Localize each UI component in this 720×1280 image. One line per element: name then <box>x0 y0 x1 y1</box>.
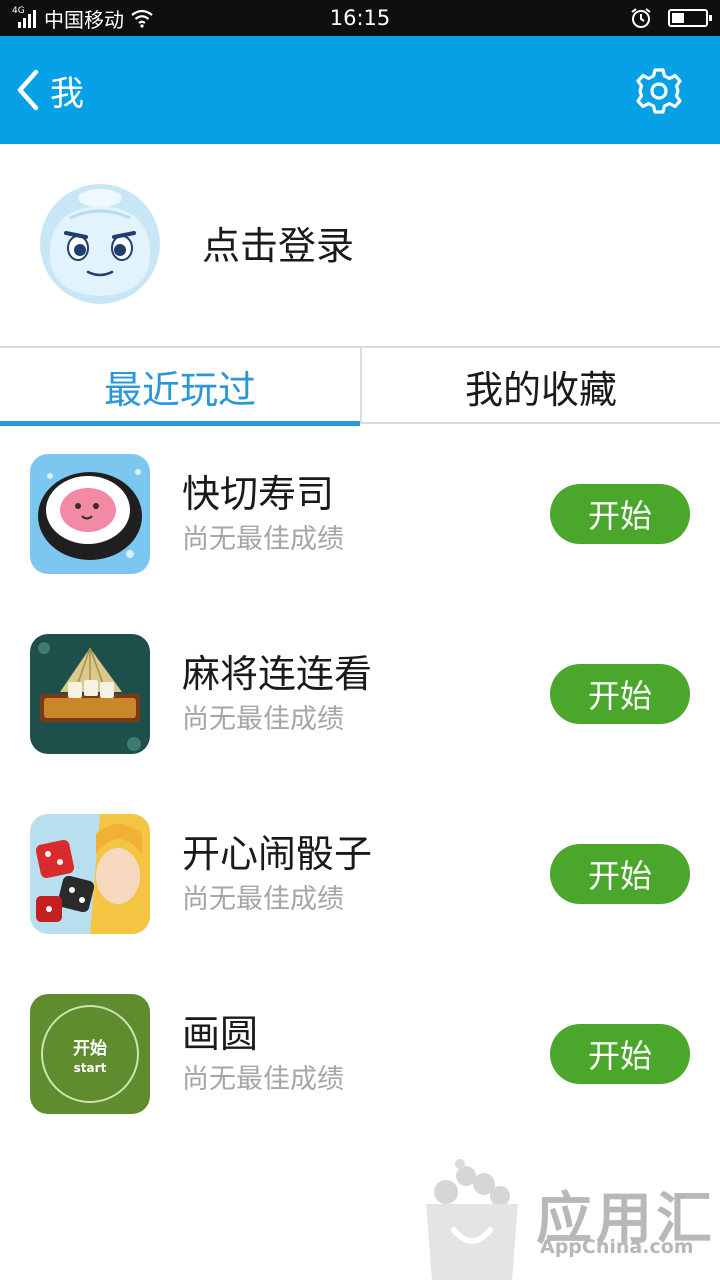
start-button[interactable]: 开始 <box>550 484 690 544</box>
game-best-score: 尚无最佳成绩 <box>182 884 344 915</box>
app-header: 我 <box>0 36 720 144</box>
tab-favorites[interactable]: 我的收藏 <box>360 348 720 424</box>
list-item[interactable]: 麻将连连看 尚无最佳成绩 开始 <box>0 604 720 784</box>
mascot-avatar-icon <box>40 184 160 304</box>
game-list: 快切寿司 尚无最佳成绩 开始 麻将连连看 尚无最佳成绩 开始 开心闹骰子 尚无最… <box>0 424 720 1144</box>
draw-circle-icon-text-en: start <box>74 1061 107 1075</box>
back-button[interactable]: 我 <box>14 62 84 118</box>
list-item[interactable]: 开心闹骰子 尚无最佳成绩 开始 <box>0 784 720 964</box>
login-label[interactable]: 点击登录 <box>202 222 354 270</box>
battery-icon <box>668 9 712 27</box>
game-best-score: 尚无最佳成绩 <box>182 704 344 735</box>
page-title: 我 <box>50 73 84 114</box>
tab-recent-label: 最近玩过 <box>103 367 256 412</box>
status-time: 16:15 <box>329 6 391 30</box>
draw-circle-icon-text-cn: 开始 <box>73 1038 107 1059</box>
appchina-watermark: 应用汇 AppChina.com <box>420 1156 720 1280</box>
status-bar: 4G 中国移动 16:15 <box>0 0 720 36</box>
avatar[interactable] <box>40 184 160 304</box>
alarm-icon <box>631 8 651 28</box>
gear-icon[interactable] <box>634 66 684 116</box>
status-right <box>630 6 712 30</box>
game-best-score: 尚无最佳成绩 <box>182 1064 344 1095</box>
game-name: 开心闹骰子 <box>182 832 373 876</box>
mahjong-game-icon <box>30 634 150 754</box>
tab-bar: 最近玩过 我的收藏 <box>0 346 720 426</box>
profile-login-area[interactable]: 点击登录 <box>0 144 720 346</box>
list-item[interactable]: 开始 start 画圆 尚无最佳成绩 开始 <box>0 964 720 1144</box>
tab-favorites-label: 我的收藏 <box>464 367 617 412</box>
dice-game-icon <box>30 814 150 934</box>
start-button[interactable]: 开始 <box>550 664 690 724</box>
start-button[interactable]: 开始 <box>550 1024 690 1084</box>
chevron-left-icon <box>17 69 39 111</box>
game-name: 快切寿司 <box>182 472 335 516</box>
game-name: 画圆 <box>182 1012 259 1056</box>
list-item[interactable]: 快切寿司 尚无最佳成绩 开始 <box>0 424 720 604</box>
start-button[interactable]: 开始 <box>550 844 690 904</box>
tab-recent[interactable]: 最近玩过 <box>0 348 360 426</box>
game-name: 麻将连连看 <box>182 652 373 696</box>
shopping-bag-logo-icon <box>426 1159 518 1280</box>
draw-circle-game-icon: 开始 start <box>30 994 150 1114</box>
sushi-game-icon <box>30 454 150 574</box>
watermark-subtext: AppChina.com <box>540 1236 694 1258</box>
game-best-score: 尚无最佳成绩 <box>182 524 344 555</box>
